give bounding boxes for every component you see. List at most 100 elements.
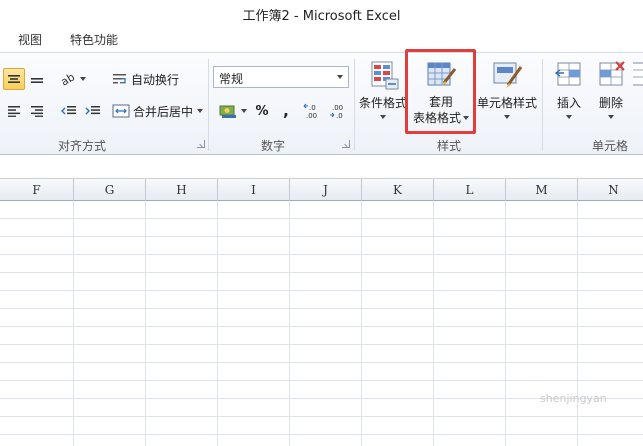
text-orientation-icon: ab: [60, 72, 76, 86]
grid-row-line: [0, 434, 643, 435]
align-right-icon: [31, 106, 43, 117]
format-cells-icon: [633, 62, 643, 86]
column-header-m[interactable]: M: [506, 179, 578, 201]
grid-column-line: [577, 201, 578, 446]
comma-style-button[interactable]: ,: [276, 100, 296, 122]
decrease-decimal-icon: .00.0: [330, 104, 343, 120]
merge-center-label: 合并后居中: [133, 104, 194, 119]
align-bottom-icon: [31, 78, 43, 83]
styles-group-label: 样式: [437, 139, 462, 153]
insert-label: 插入: [556, 96, 581, 110]
worksheet-grid[interactable]: [0, 201, 643, 446]
merge-center-button[interactable]: 合并后居中: [112, 100, 206, 122]
group-divider: [354, 59, 355, 151]
grid-column-line: [505, 201, 506, 446]
align-middle-icon: [8, 75, 20, 83]
column-header-n[interactable]: N: [578, 179, 643, 201]
percent-style-button[interactable]: %: [252, 100, 272, 122]
window-title: 工作簿2 - Microsoft Excel: [242, 9, 401, 24]
alignment-dialog-launcher-icon[interactable]: [197, 140, 205, 148]
grid-column-line: [361, 201, 362, 446]
formula-bar-area: [0, 155, 643, 179]
accounting-format-button[interactable]: [216, 100, 250, 122]
svg-text:ab: ab: [60, 72, 76, 86]
grid-row-line: [0, 362, 643, 363]
svg-text:.0: .0: [309, 104, 316, 112]
conditional-formatting-button[interactable]: 条件格式: [358, 57, 408, 131]
tab-special-features[interactable]: 特色功能: [70, 31, 118, 48]
increase-decimal-button[interactable]: .0.00: [302, 100, 326, 122]
grid-row-line: [0, 416, 643, 417]
decrease-decimal-button[interactable]: .00.0: [328, 100, 352, 122]
chevron-down-icon: [566, 115, 572, 119]
chevron-down-icon: [241, 109, 247, 113]
cell-styles-button[interactable]: 单元格样式: [476, 57, 538, 131]
chevron-down-icon: [608, 115, 614, 119]
chevron-down-icon: [380, 115, 386, 119]
grid-column-line: [145, 201, 146, 446]
column-header-i[interactable]: I: [218, 179, 290, 201]
chevron-down-icon: [197, 109, 204, 113]
grid-row-line: [0, 254, 643, 255]
increase-decimal-icon: .0.00: [303, 103, 317, 120]
ribbon: ab 自动换行 合并后居中 对齐方式 常规 % , .0.00 .00.0 数字: [0, 52, 643, 155]
align-left-button[interactable]: [3, 100, 25, 122]
number-format-value: 常规: [219, 72, 244, 86]
chevron-down-icon: [504, 115, 510, 119]
align-bottom-button[interactable]: [26, 68, 48, 90]
insert-cells-button[interactable]: 插入: [549, 57, 589, 131]
grid-column-line: [73, 201, 74, 446]
grid-row-line: [0, 236, 643, 237]
column-headers: F G H I J K L M N: [0, 179, 643, 201]
svg-text:.00: .00: [332, 104, 343, 112]
delete-cells-icon: [599, 61, 625, 86]
wrap-text-button[interactable]: 自动换行: [112, 68, 184, 90]
tab-view[interactable]: 视图: [18, 31, 42, 48]
cells-group-label: 单元格: [592, 139, 629, 153]
delete-cells-button[interactable]: 删除: [591, 57, 631, 131]
grid-row-line: [0, 290, 643, 291]
increase-indent-icon: [85, 106, 100, 115]
grid-column-line: [433, 201, 434, 446]
align-right-button[interactable]: [26, 100, 48, 122]
ribbon-tab-bar: 视图 特色功能: [0, 26, 643, 52]
grid-row-line: [0, 380, 643, 381]
cell-styles-icon: [493, 62, 523, 88]
group-divider: [208, 59, 209, 151]
grid-row-line: [0, 308, 643, 309]
grid-column-line: [217, 201, 218, 446]
column-header-l[interactable]: L: [434, 179, 506, 201]
svg-text:.0: .0: [336, 112, 343, 120]
column-header-h[interactable]: H: [146, 179, 218, 201]
chevron-down-icon: [80, 77, 86, 81]
grid-row-line: [0, 326, 643, 327]
wrap-text-label: 自动换行: [131, 72, 180, 87]
number-format-select[interactable]: 常规: [213, 66, 349, 88]
align-middle-button[interactable]: [3, 68, 25, 90]
grid-column-line: [289, 201, 290, 446]
conditional-formatting-label: 条件格式: [358, 96, 407, 110]
number-dialog-launcher-icon[interactable]: [342, 140, 350, 148]
alignment-group-label: 对齐方式: [58, 139, 107, 153]
cell-styles-label: 单元格样式: [476, 96, 537, 110]
chevron-down-icon: [337, 75, 343, 79]
column-header-g[interactable]: G: [74, 179, 146, 201]
conditional-formatting-icon: [371, 61, 399, 90]
column-header-k[interactable]: K: [362, 179, 434, 201]
decrease-indent-icon: [61, 106, 76, 115]
delete-label: 删除: [598, 96, 623, 110]
currency-icon: [219, 105, 236, 118]
increase-indent-button[interactable]: [82, 100, 104, 122]
format-cells-button[interactable]: [633, 57, 643, 131]
decrease-indent-button[interactable]: [58, 100, 80, 122]
number-group-label: 数字: [261, 139, 286, 153]
orientation-button[interactable]: ab: [58, 68, 88, 90]
highlight-box: [405, 49, 476, 134]
grid-row-line: [0, 344, 643, 345]
column-header-f[interactable]: F: [0, 179, 74, 201]
column-header-j[interactable]: J: [290, 179, 362, 201]
watermark: shenjingyan: [540, 392, 607, 405]
align-left-icon: [8, 106, 20, 117]
merge-center-icon: [112, 104, 130, 118]
grid-row-line: [0, 218, 643, 219]
